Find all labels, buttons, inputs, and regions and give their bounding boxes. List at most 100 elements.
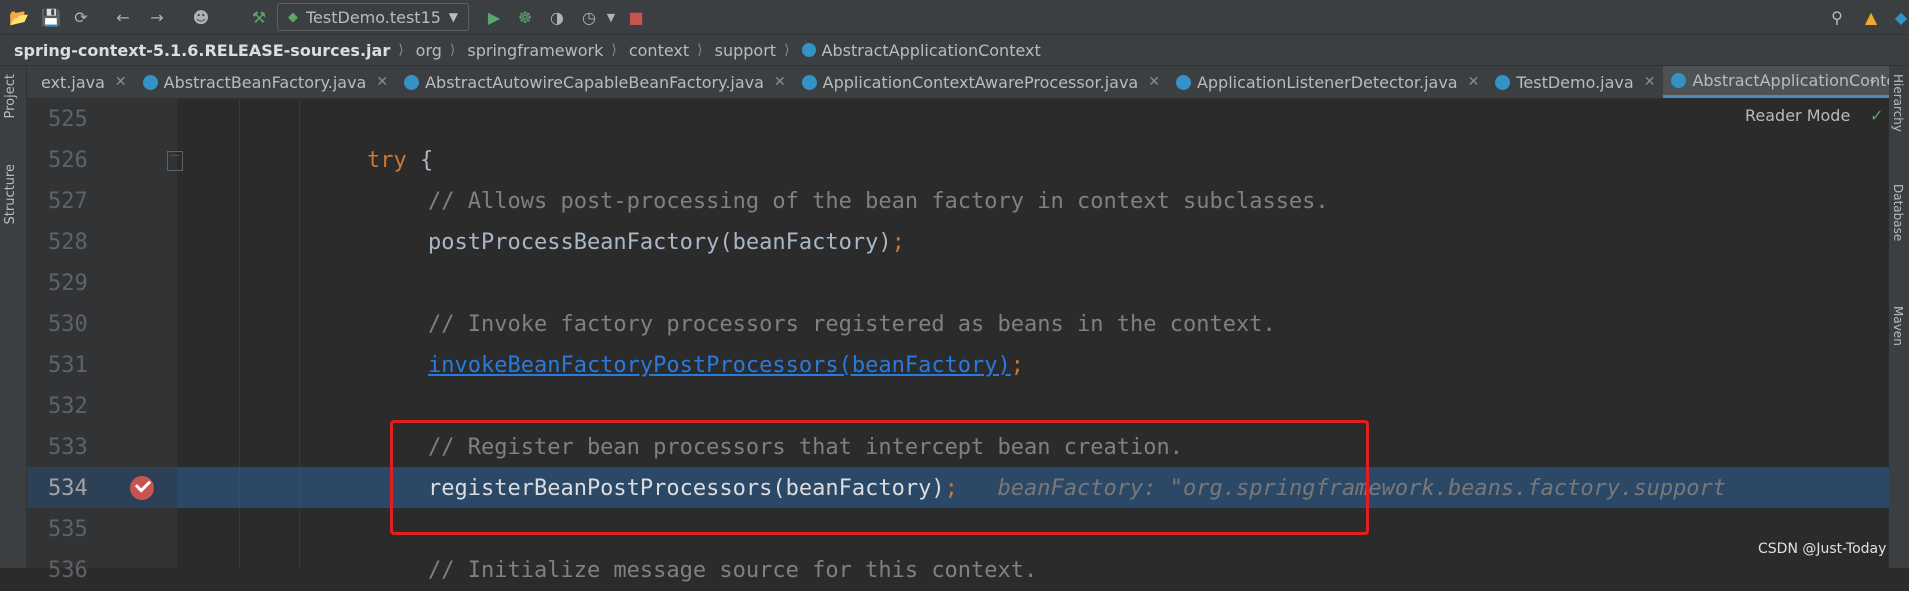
annotation-highlight-box [390,420,1369,535]
project-tool-button[interactable]: Project [3,74,18,118]
forward-arrow-icon[interactable]: → [146,6,168,28]
breadcrumb-separator: ⟩ [697,42,703,58]
tab-label: AbstractBeanFactory.java [163,72,367,92]
line-number: 536 [48,558,88,583]
code-line: // Invoke factory processors registered … [428,304,1276,345]
code-line: invokeBeanFactoryPostProcessors(beanFact… [428,345,1024,386]
breadcrumb-separator: ⟩ [784,42,790,58]
update-icon[interactable]: ▲ [1860,6,1882,28]
class-icon [801,43,816,57]
code-line: // Initialize message source for this co… [428,550,1037,591]
stop-icon[interactable]: ■ [625,6,647,28]
breadcrumb-support[interactable]: support [715,41,776,60]
line-number: 530 [48,312,88,337]
class-icon [1175,74,1191,90]
user-icon[interactable]: ☻ [190,6,212,28]
tab-abstract-application-context[interactable]: AbstractApplicationContext.java ✕ [1663,66,1889,98]
code-comment: // Allows post-processing of the bean fa… [428,189,1329,214]
code-line: // Allows post-processing of the bean fa… [428,181,1329,222]
main-toolbar: 📂 💾 ⟳ ← → ☻ ⚒ ◆ TestDemo.test15 ▼ ▶ ☸ ◑ … [0,0,1909,35]
sync-icon[interactable]: ⟳ [70,6,92,28]
line-number: 526 [48,148,88,173]
code-line: postProcessBeanFactory(beanFactory); [428,222,905,263]
check-icon: ✓ [1870,106,1884,125]
breadcrumb: spring-context-5.1.6.RELEASE-sources.jar… [0,35,1909,66]
breadcrumb-context[interactable]: context [629,41,689,60]
back-arrow-icon[interactable]: ← [112,6,134,28]
breadcrumb-jar[interactable]: spring-context-5.1.6.RELEASE-sources.jar [14,41,390,60]
breadcrumb-separator: ⟩ [611,42,617,58]
code-line: try { [367,140,433,181]
line-number: 525 [48,107,88,132]
chevron-down-icon[interactable]: ⌄ [1867,71,1879,87]
class-icon [404,74,420,90]
run-icon[interactable]: ▶ [483,6,505,28]
fold-marker-icon[interactable]: — [167,151,183,171]
tab-label: ApplicationContextAwareProcessor.java [822,72,1139,92]
run-config-label: TestDemo.test15 [306,7,441,27]
maven-tool-button[interactable]: Maven [1891,306,1905,346]
breadcrumb-springframework[interactable]: springframework [467,41,603,60]
breadcrumb-separator: ⟩ [449,42,456,58]
code-comment: // Invoke factory processors registered … [428,312,1276,337]
reader-mode-button[interactable]: Reader Mode [1745,106,1850,125]
tab-test-demo[interactable]: TestDemo.java ✕ [1487,66,1663,98]
tab-application-listener-detector[interactable]: ApplicationListenerDetector.java ✕ [1168,66,1487,98]
breadcrumb-class[interactable]: AbstractApplicationContext [822,41,1041,60]
code-text: { [406,148,434,173]
code-semicolon: ; [1010,353,1025,378]
close-icon[interactable]: ✕ [1148,74,1160,90]
left-tool-strip: Project Structure [0,66,27,568]
class-icon [142,74,158,90]
close-icon[interactable]: ✕ [1468,74,1480,90]
plugin-icon[interactable]: ◆ [1890,6,1909,28]
tab-label: AbstractApplicationContext.java [1692,71,1889,90]
tab-label: AbstractAutowireCapableBeanFactory.java [425,72,764,92]
class-icon [801,74,817,90]
tab-label: ApplicationListenerDetector.java [1196,72,1458,92]
breakpoint-icon[interactable] [130,476,154,500]
line-number: 532 [48,394,88,419]
line-number: 535 [48,517,88,542]
line-number: 527 [48,189,88,214]
line-number: 531 [48,353,88,378]
tab-label: TestDemo.java [1516,72,1634,92]
junit-icon: ◆ [288,9,298,25]
class-icon [1671,73,1687,88]
close-icon[interactable]: ✕ [1644,74,1656,90]
code-comment: // Initialize message source for this co… [428,558,1038,583]
close-icon[interactable]: ✕ [774,74,786,90]
save-icon[interactable]: 💾 [40,6,62,28]
profile-icon[interactable]: ◷ [578,6,600,28]
watermark: CSDN @Just-Today [1758,541,1887,557]
editor-tabs: ext.java ✕ AbstractBeanFactory.java ✕ Ab… [27,66,1889,99]
breadcrumb-separator: ⟩ [398,42,404,58]
class-icon [1495,74,1511,90]
breadcrumb-org[interactable]: org [416,41,442,60]
code-statement: postProcessBeanFactory(beanFactory) [428,230,892,255]
debug-icon[interactable]: ☸ [514,6,536,28]
code-method-link[interactable]: invokeBeanFactoryPostProcessors(beanFact… [428,353,1011,378]
profile-dropdown-icon[interactable]: ▼ [600,6,622,28]
coverage-icon[interactable]: ◑ [546,6,568,28]
database-tool-button[interactable]: Database [1891,184,1905,241]
tab-abstract-bean-factory[interactable]: AbstractBeanFactory.java ✕ [135,66,396,98]
line-number: 528 [48,230,88,255]
hierarchy-tool-button[interactable]: Hierarchy [1891,74,1905,132]
right-tool-strip: Hierarchy Database Maven [1888,66,1909,568]
chevron-down-icon: ▼ [448,10,458,24]
tab-application-context-aware-processor[interactable]: ApplicationContextAwareProcessor.java ✕ [794,66,1168,98]
run-configuration-select[interactable]: ◆ TestDemo.test15 ▼ [277,3,469,31]
structure-tool-button[interactable]: Structure [3,164,18,224]
open-folder-icon[interactable]: 📂 [8,6,30,28]
close-icon[interactable]: ✕ [376,74,388,90]
close-icon[interactable]: ✕ [115,74,127,90]
tab-abstract-autowire-capable-bean-factory[interactable]: AbstractAutowireCapableBeanFactory.java … [396,66,794,98]
code-semicolon: ; [891,230,905,255]
line-number-current: 534 [48,476,88,501]
search-icon[interactable]: ⚲ [1826,6,1848,28]
build-hammer-icon[interactable]: ⚒ [248,6,270,28]
tab-ext-java[interactable]: ext.java ✕ [27,66,135,98]
keyword-try: try [367,148,407,173]
line-number: 533 [48,435,88,460]
